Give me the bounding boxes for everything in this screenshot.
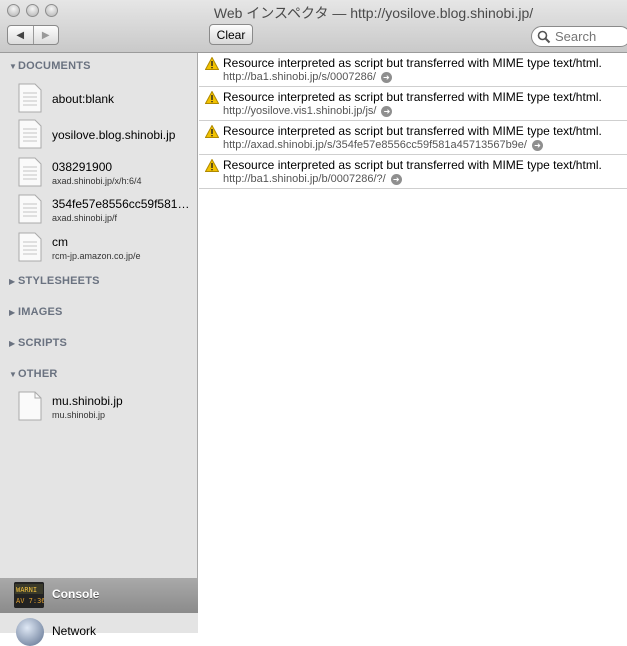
section-stylesheets[interactable]: ▶ STYLESHEETS xyxy=(9,275,100,287)
go-arrow-icon[interactable]: ➜ xyxy=(381,105,393,117)
warning-icon xyxy=(205,91,219,104)
console-message[interactable]: Resource interpreted as script but trans… xyxy=(199,121,627,155)
sidebar-item-document[interactable]: 038291900 axad.shinobi.jp/x/h:6/4 xyxy=(18,157,196,191)
forward-arrow-icon: ▶ xyxy=(41,29,50,41)
disclosure-collapsed-icon: ▶ xyxy=(9,339,16,348)
warning-icon xyxy=(205,159,219,172)
resources-sidebar: ▼DOCUMENTS about:blank yosilove.blog.shi… xyxy=(0,53,198,646)
disclosure-expanded-icon: ▼ xyxy=(9,62,18,71)
disclosure-collapsed-icon: ▶ xyxy=(9,277,16,286)
window-title: Web インスペクタ — http://yosilove.blog.shinob… xyxy=(213,5,534,21)
document-icon xyxy=(18,83,42,113)
console-messages: Resource interpreted as script but trans… xyxy=(199,53,627,633)
go-arrow-icon[interactable]: ➜ xyxy=(390,173,402,185)
console-message[interactable]: Resource interpreted as script but trans… xyxy=(199,155,627,189)
section-other[interactable]: ▼OTHER xyxy=(9,368,58,380)
globe-icon xyxy=(16,618,44,646)
window-toolbar: Web インスペクタ — http://yosilove.blog.shinob… xyxy=(0,0,627,53)
sidebar-item-document[interactable]: about:blank xyxy=(18,83,196,117)
message-url[interactable]: http://yosilove.vis1.shinobi.jp/js/ xyxy=(223,105,376,117)
section-images[interactable]: ▶ IMAGES xyxy=(9,306,63,318)
section-documents[interactable]: ▼DOCUMENTS xyxy=(9,60,91,72)
document-icon xyxy=(18,194,42,224)
history-nav: ◀ ▶ xyxy=(7,25,59,45)
go-arrow-icon[interactable]: ➜ xyxy=(380,71,392,83)
warning-icon xyxy=(205,57,219,70)
panel-switcher: WARNI AV 7:36 Console Network xyxy=(0,578,198,646)
console-icon-text: WARNI xyxy=(16,586,37,594)
forward-button[interactable]: ▶ xyxy=(34,26,59,44)
console-message[interactable]: Resource interpreted as script but trans… xyxy=(199,87,627,121)
sidebar-item-document[interactable]: cm rcm-jp.amazon.co.jp/e xyxy=(18,232,196,266)
back-button[interactable]: ◀ xyxy=(8,26,34,44)
sidebar-item-document[interactable]: 354fe57e8556cc59f581a45713567b9e axad.sh… xyxy=(18,194,196,228)
console-icon: WARNI AV 7:36 xyxy=(14,582,44,608)
sidebar-item-network[interactable]: Network xyxy=(0,613,198,646)
search-field[interactable] xyxy=(531,26,627,47)
message-url[interactable]: http://axad.shinobi.jp/s/354fe57e8556cc5… xyxy=(223,139,527,151)
section-scripts[interactable]: ▶ SCRIPTS xyxy=(9,337,67,349)
blank-file-icon xyxy=(18,391,42,421)
message-url[interactable]: http://ba1.shinobi.jp/s/0007286/ xyxy=(223,71,376,83)
go-arrow-icon[interactable]: ➜ xyxy=(531,139,543,151)
sidebar-item-other[interactable]: mu.shinobi.jp mu.shinobi.jp xyxy=(18,391,196,425)
sidebar-item-console[interactable]: WARNI AV 7:36 Console xyxy=(0,578,198,613)
message-url[interactable]: http://ba1.shinobi.jp/b/0007286/?/ xyxy=(223,173,386,185)
console-message[interactable]: Resource interpreted as script but trans… xyxy=(199,53,627,87)
disclosure-collapsed-icon: ▶ xyxy=(9,308,16,317)
clear-button[interactable]: Clear xyxy=(209,24,253,45)
search-icon xyxy=(537,30,551,44)
warning-icon xyxy=(205,125,219,138)
disclosure-expanded-icon: ▼ xyxy=(9,370,18,379)
search-input[interactable] xyxy=(551,29,625,44)
sidebar-item-document[interactable]: yosilove.blog.shinobi.jp xyxy=(18,119,196,153)
svg-text:AV 7:36: AV 7:36 xyxy=(16,597,44,605)
document-icon xyxy=(18,119,42,149)
back-arrow-icon: ◀ xyxy=(16,29,25,41)
document-icon xyxy=(18,232,42,262)
document-icon xyxy=(18,157,42,187)
